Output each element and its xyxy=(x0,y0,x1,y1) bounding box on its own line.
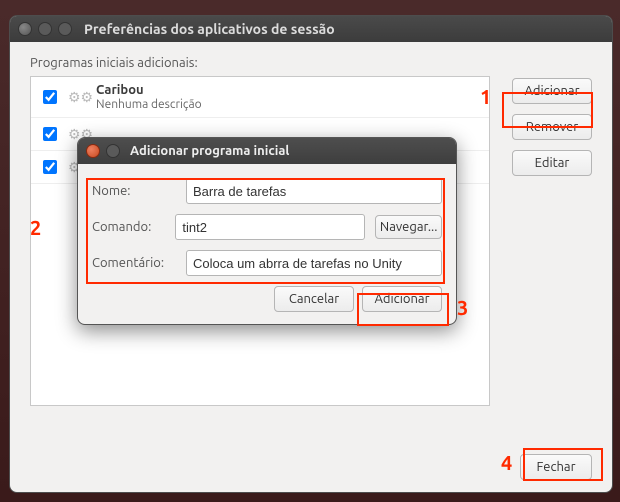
list-item-checkbox[interactable] xyxy=(43,160,57,174)
gears-icon: ⚙⚙ xyxy=(68,89,88,105)
name-field[interactable] xyxy=(186,178,442,204)
list-item-title: Caribou xyxy=(96,83,144,97)
window-maximize-icon[interactable] xyxy=(58,22,72,36)
dialog-buttons: Cancelar Adicionar xyxy=(92,286,442,312)
window-titlebar: Preferências dos aplicativos de sessão xyxy=(10,16,612,42)
comment-field[interactable] xyxy=(186,250,442,276)
command-label: Comando: xyxy=(92,220,165,234)
list-item-checkbox[interactable] xyxy=(43,127,57,141)
dialog-title: Adicionar programa inicial xyxy=(130,144,289,158)
dialog-add-button[interactable]: Adicionar xyxy=(362,286,442,312)
list-item-text: Caribou Nenhuma descrição xyxy=(96,83,202,111)
edit-button[interactable]: Editar xyxy=(512,150,592,176)
action-buttons: Adicionar Remover Editar xyxy=(512,78,592,176)
form-row-name: Nome: xyxy=(92,178,442,204)
window-title: Preferências dos aplicativos de sessão xyxy=(84,21,335,37)
list-item[interactable]: ⚙⚙ Caribou Nenhuma descrição xyxy=(31,77,489,118)
dialog-minimize-icon[interactable] xyxy=(106,144,120,158)
cancel-button[interactable]: Cancelar xyxy=(274,286,354,312)
add-button[interactable]: Adicionar xyxy=(512,78,592,104)
list-item-checkbox[interactable] xyxy=(43,90,57,104)
window-minimize-icon[interactable] xyxy=(38,22,52,36)
window-close-icon[interactable] xyxy=(18,22,32,36)
name-label: Nome: xyxy=(92,184,176,198)
command-field[interactable] xyxy=(175,214,365,240)
close-button[interactable]: Fechar xyxy=(520,454,592,480)
comment-label: Comentário: xyxy=(92,256,176,270)
form-row-comment: Comentário: xyxy=(92,250,442,276)
list-item-description: Nenhuma descrição xyxy=(96,98,202,111)
remove-button[interactable]: Remover xyxy=(512,114,592,140)
section-label: Programas iniciais adicionais: xyxy=(30,56,592,70)
add-startup-program-dialog: Adicionar programa inicial Nome: Comando… xyxy=(77,137,457,325)
dialog-close-icon[interactable] xyxy=(86,144,100,158)
dialog-titlebar: Adicionar programa inicial xyxy=(78,138,456,164)
window-footer: Fechar xyxy=(520,454,592,480)
dialog-body: Nome: Comando: Navegar... Comentário: Ca… xyxy=(78,164,456,324)
form-row-command: Comando: Navegar... xyxy=(92,214,442,240)
browse-button[interactable]: Navegar... xyxy=(375,215,442,239)
